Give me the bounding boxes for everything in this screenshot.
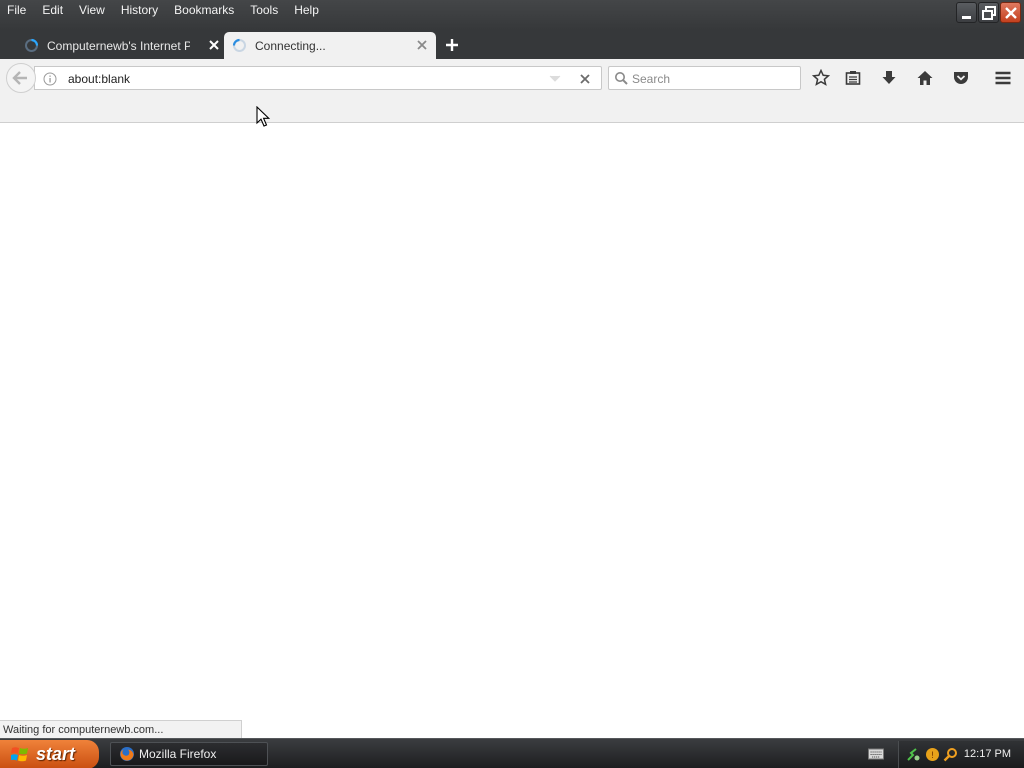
tab-close-icon[interactable]	[208, 39, 220, 51]
bookmarks-toolbar	[0, 96, 1024, 123]
hamburger-menu-icon[interactable]	[994, 69, 1012, 87]
search-icon[interactable]	[943, 747, 958, 762]
stop-loading-icon[interactable]	[578, 72, 592, 86]
start-button[interactable]: start	[0, 740, 99, 768]
search-icon	[615, 72, 628, 85]
window-controls	[956, 2, 1021, 23]
menu-history[interactable]: History	[113, 0, 166, 21]
tab-connecting[interactable]: Connecting...	[224, 32, 436, 59]
taskbar-button-label: Mozilla Firefox	[139, 747, 217, 761]
back-button[interactable]	[6, 63, 36, 93]
back-arrow-icon	[12, 71, 27, 85]
loading-spinner-icon	[25, 38, 39, 52]
search-bar[interactable]	[608, 66, 801, 90]
home-icon[interactable]	[916, 69, 934, 87]
download-icon[interactable]	[880, 69, 898, 87]
url-input[interactable]	[68, 70, 548, 87]
star-icon[interactable]	[812, 69, 830, 87]
close-icon	[1005, 7, 1017, 19]
minimize-button[interactable]	[956, 2, 977, 23]
close-window-button[interactable]	[1000, 2, 1021, 23]
security-shield-icon[interactable]: !	[925, 747, 940, 762]
tab-computernewb[interactable]: Computernewb's Internet Pu...	[16, 32, 228, 59]
tab-title: Connecting...	[255, 38, 326, 53]
url-bar[interactable]	[34, 66, 602, 90]
tab-title: Computernewb's Internet Pu...	[47, 38, 190, 53]
restore-icon	[982, 6, 996, 20]
network-icon[interactable]	[906, 747, 921, 762]
menubar: File Edit View History Bookmarks Tools H…	[0, 0, 327, 22]
menu-tools[interactable]: Tools	[242, 0, 286, 21]
reading-list-icon[interactable]	[844, 69, 862, 87]
menu-edit[interactable]: Edit	[34, 0, 71, 21]
taskbar: start Mozilla Firefox ! 12:17 PM	[0, 738, 1024, 768]
start-label: start	[36, 744, 76, 764]
clock: 12:17 PM	[963, 748, 1011, 760]
minimize-icon	[962, 16, 971, 19]
new-tab-icon[interactable]	[444, 37, 460, 53]
mouse-cursor-icon	[256, 106, 270, 127]
svg-text:!: !	[931, 751, 935, 761]
windows-logo-icon	[11, 747, 28, 762]
tab-close-icon[interactable]	[416, 39, 428, 51]
keyboard-icon[interactable]	[868, 748, 884, 760]
navigation-toolbar	[0, 59, 1024, 96]
tab-strip: Computernewb's Internet Pu... Connecting…	[0, 30, 1024, 59]
system-tray: ! 12:17 PM	[898, 741, 1024, 768]
status-panel: Waiting for computernewb.com...	[0, 720, 242, 738]
menu-file[interactable]: File	[0, 0, 34, 21]
titlebar: File Edit View History Bookmarks Tools H…	[0, 0, 1024, 30]
pocket-icon[interactable]	[952, 69, 970, 87]
info-icon[interactable]	[43, 72, 57, 86]
menu-bookmarks[interactable]: Bookmarks	[166, 0, 242, 21]
search-input[interactable]	[632, 70, 792, 87]
history-dropdown-icon[interactable]	[549, 75, 561, 83]
taskbar-button-firefox[interactable]: Mozilla Firefox	[110, 742, 268, 766]
page-content	[0, 123, 1024, 738]
restore-button[interactable]	[978, 2, 999, 23]
firefox-icon	[120, 747, 134, 761]
loading-spinner-icon	[232, 38, 246, 52]
menu-help[interactable]: Help	[286, 0, 327, 21]
menu-view[interactable]: View	[71, 0, 113, 21]
